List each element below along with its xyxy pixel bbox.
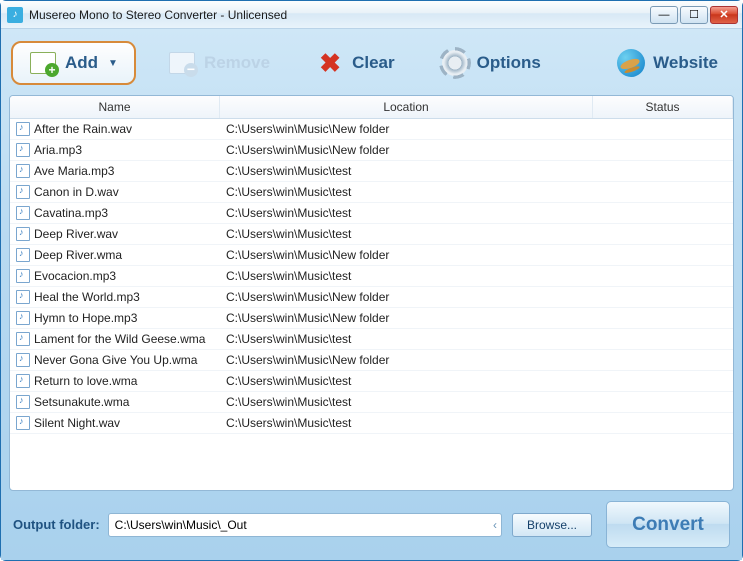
table-row[interactable]: Evocacion.mp3 C:\Users\win\Music\test — [10, 266, 733, 287]
table-row[interactable]: Silent Night.wav C:\Users\win\Music\test — [10, 413, 733, 434]
options-button[interactable]: Options — [427, 43, 555, 83]
table-row[interactable]: Deep River.wma C:\Users\win\Music\New fol… — [10, 245, 733, 266]
audio-file-icon — [16, 227, 30, 241]
file-location: C:\Users\win\Music\New folder — [220, 353, 593, 367]
audio-file-icon — [16, 269, 30, 283]
table-row[interactable]: Hymn to Hope.mp3 C:\Users\win\Music\New f… — [10, 308, 733, 329]
column-name[interactable]: Name — [10, 96, 220, 118]
table-row[interactable]: Setsunakute.wma C:\Users\win\Music\test — [10, 392, 733, 413]
file-name: Deep River.wma — [34, 248, 122, 262]
file-location: C:\Users\win\Music\test — [220, 227, 593, 241]
close-button[interactable]: ✕ — [710, 6, 738, 24]
window-title: Musereo Mono to Stereo Converter - Unlic… — [29, 8, 650, 22]
file-location: C:\Users\win\Music\test — [220, 206, 593, 220]
table-row[interactable]: Return to love.wma C:\Users\win\Music\tes… — [10, 371, 733, 392]
file-list: Name Location Status After the Rain.wav C… — [9, 95, 734, 491]
titlebar[interactable]: ♪ Musereo Mono to Stereo Converter - Unl… — [1, 1, 742, 29]
file-name: Never Gona Give You Up.wma — [34, 353, 197, 367]
column-status[interactable]: Status — [593, 96, 733, 118]
file-location: C:\Users\win\Music\test — [220, 374, 593, 388]
table-row[interactable]: Never Gona Give You Up.wma C:\Users\win\M… — [10, 350, 733, 371]
file-name: Setsunakute.wma — [34, 395, 129, 409]
add-icon — [29, 49, 57, 77]
toolbar: Add ▼ Remove ✖ Clear Options Website — [9, 37, 734, 95]
minimize-button[interactable]: — — [650, 6, 678, 24]
file-name: Heal the World.mp3 — [34, 290, 140, 304]
file-name: Evocacion.mp3 — [34, 269, 116, 283]
globe-icon — [617, 49, 645, 77]
file-location: C:\Users\win\Music\test — [220, 332, 593, 346]
audio-file-icon — [16, 122, 30, 136]
file-name: Hymn to Hope.mp3 — [34, 311, 137, 325]
gear-icon — [441, 49, 469, 77]
file-name: Canon in D.wav — [34, 185, 119, 199]
remove-button[interactable]: Remove — [154, 43, 284, 83]
audio-file-icon — [16, 416, 30, 430]
table-row[interactable]: Lament for the Wild Geese.wma C:\Users\wi… — [10, 329, 733, 350]
add-button[interactable]: Add ▼ — [11, 41, 136, 85]
table-row[interactable]: Cavatina.mp3 C:\Users\win\Music\test — [10, 203, 733, 224]
audio-file-icon — [16, 164, 30, 178]
audio-file-icon — [16, 185, 30, 199]
convert-button[interactable]: Convert — [606, 501, 730, 548]
content-area: Add ▼ Remove ✖ Clear Options Website Nam… — [1, 29, 742, 560]
output-folder-label: Output folder: — [13, 517, 100, 532]
file-location: C:\Users\win\Music\test — [220, 185, 593, 199]
file-name: Lament for the Wild Geese.wma — [34, 332, 205, 346]
clear-label: Clear — [352, 53, 395, 73]
window-controls: — ☐ ✕ — [650, 6, 738, 24]
website-button[interactable]: Website — [603, 43, 732, 83]
table-row[interactable]: Ave Maria.mp3 C:\Users\win\Music\test — [10, 161, 733, 182]
add-label: Add — [65, 53, 98, 73]
website-label: Website — [653, 53, 718, 73]
clear-button[interactable]: ✖ Clear — [302, 43, 409, 83]
file-location: C:\Users\win\Music\New folder — [220, 122, 593, 136]
file-location: C:\Users\win\Music\New folder — [220, 290, 593, 304]
table-row[interactable]: Deep River.wav C:\Users\win\Music\test — [10, 224, 733, 245]
file-name: After the Rain.wav — [34, 122, 132, 136]
options-label: Options — [477, 53, 541, 73]
file-name: Ave Maria.mp3 — [34, 164, 114, 178]
file-location: C:\Users\win\Music\New folder — [220, 311, 593, 325]
audio-file-icon — [16, 332, 30, 346]
browse-button[interactable]: Browse... — [512, 513, 592, 537]
table-row[interactable]: Heal the World.mp3 C:\Users\win\Music\New… — [10, 287, 733, 308]
list-body: After the Rain.wav C:\Users\win\Music\New… — [10, 119, 733, 490]
file-name: Aria.mp3 — [34, 143, 82, 157]
table-row[interactable]: Canon in D.wav C:\Users\win\Music\test — [10, 182, 733, 203]
file-location: C:\Users\win\Music\test — [220, 164, 593, 178]
audio-file-icon — [16, 248, 30, 262]
table-row[interactable]: Aria.mp3 C:\Users\win\Music\New folder — [10, 140, 733, 161]
output-folder-input[interactable] — [108, 513, 502, 537]
file-location: C:\Users\win\Music\test — [220, 395, 593, 409]
audio-file-icon — [16, 143, 30, 157]
dropdown-arrow-icon: ▼ — [108, 58, 118, 69]
file-name: Deep River.wav — [34, 227, 118, 241]
clear-icon: ✖ — [316, 49, 344, 77]
file-name: Return to love.wma — [34, 374, 137, 388]
audio-file-icon — [16, 374, 30, 388]
app-icon: ♪ — [7, 7, 23, 23]
file-location: C:\Users\win\Music\test — [220, 416, 593, 430]
column-location[interactable]: Location — [220, 96, 593, 118]
file-location: C:\Users\win\Music\test — [220, 269, 593, 283]
list-header: Name Location Status — [10, 96, 733, 119]
bottom-bar: Output folder: ‹ Browse... Convert — [9, 491, 734, 552]
file-name: Silent Night.wav — [34, 416, 120, 430]
audio-file-icon — [16, 311, 30, 325]
audio-file-icon — [16, 353, 30, 367]
clear-input-icon[interactable]: ‹ — [486, 514, 504, 536]
file-location: C:\Users\win\Music\New folder — [220, 143, 593, 157]
maximize-button[interactable]: ☐ — [680, 6, 708, 24]
remove-icon — [168, 49, 196, 77]
audio-file-icon — [16, 206, 30, 220]
remove-label: Remove — [204, 53, 270, 73]
audio-file-icon — [16, 290, 30, 304]
table-row[interactable]: After the Rain.wav C:\Users\win\Music\New… — [10, 119, 733, 140]
file-name: Cavatina.mp3 — [34, 206, 108, 220]
audio-file-icon — [16, 395, 30, 409]
file-location: C:\Users\win\Music\New folder — [220, 248, 593, 262]
